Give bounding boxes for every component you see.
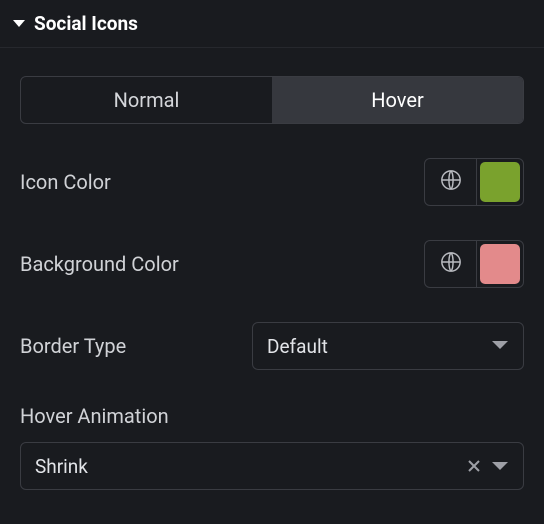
border-type-value: Default (267, 335, 328, 358)
border-type-select[interactable]: Default (252, 322, 524, 370)
icon-color-label: Icon Color (20, 170, 111, 194)
background-color-label: Background Color (20, 252, 179, 276)
state-tabs: Normal Hover (20, 76, 524, 124)
section-title: Social Icons (34, 12, 138, 35)
icon-color-swatch-wrap (477, 159, 523, 205)
clear-icon[interactable] (467, 455, 481, 478)
hover-animation-select[interactable]: Shrink (20, 442, 524, 490)
icon-color-globe-button[interactable] (425, 159, 477, 205)
background-color-swatch[interactable] (480, 244, 520, 284)
icon-color-control (424, 158, 524, 206)
section-header[interactable]: Social Icons (0, 0, 544, 48)
globe-icon (440, 251, 462, 277)
hover-animation-right-icons (467, 455, 509, 478)
icon-color-row: Icon Color (20, 158, 524, 206)
hover-animation-label: Hover Animation (20, 404, 524, 428)
chevron-down-icon (491, 455, 509, 478)
background-color-row: Background Color (20, 240, 524, 288)
tab-normal[interactable]: Normal (21, 77, 272, 123)
background-color-swatch-wrap (477, 241, 523, 287)
background-color-globe-button[interactable] (425, 241, 477, 287)
caret-down-icon (12, 19, 26, 29)
hover-animation-block: Hover Animation Shrink (20, 404, 524, 490)
icon-color-swatch[interactable] (480, 162, 520, 202)
panel-body: Normal Hover Icon Color Background (0, 48, 544, 500)
background-color-control (424, 240, 524, 288)
tab-hover[interactable]: Hover (272, 77, 523, 123)
hover-animation-value: Shrink (35, 455, 88, 478)
globe-icon (440, 169, 462, 195)
chevron-down-icon (491, 340, 509, 352)
border-type-row: Border Type Default (20, 322, 524, 370)
border-type-label: Border Type (20, 334, 126, 358)
